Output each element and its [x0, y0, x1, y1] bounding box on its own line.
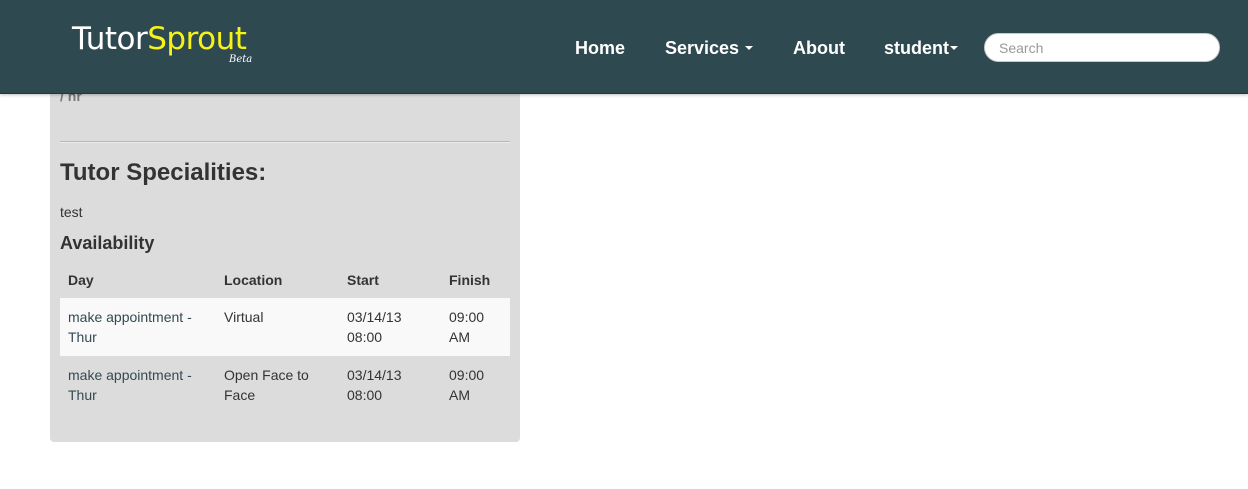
availability-table: Day Location Start Finish make appointme… — [60, 262, 510, 414]
availability-heading: Availability — [60, 233, 155, 253]
specialities-value: test — [60, 204, 83, 220]
make-appointment-link[interactable]: make appointment - Thur — [60, 356, 216, 414]
nav-home-link[interactable]: Home — [575, 37, 625, 59]
nav-about-link[interactable]: About — [793, 37, 845, 59]
top-navbar: TutorSprout Beta Home Services About stu… — [0, 0, 1248, 94]
column-header-start: Start — [347, 272, 379, 288]
finish-cell: 09:00 AM — [441, 298, 510, 356]
nav-user-dropdown[interactable]: student — [884, 37, 958, 59]
table-header-row: Day Location Start Finish — [60, 262, 510, 298]
divider — [60, 141, 510, 143]
location-cell: Virtual — [216, 298, 339, 356]
make-appointment-link[interactable]: make appointment - Thur — [60, 298, 216, 356]
brand-beta-label: Beta — [229, 54, 253, 65]
column-header-finish: Finish — [449, 272, 491, 288]
table-row: make appointment - Thur Open Face to Fac… — [60, 356, 510, 414]
finish-cell: 09:00 AM — [449, 367, 485, 403]
nav-services-label: Services — [665, 38, 740, 58]
start-cell: 03/14/13 08:00 — [347, 367, 402, 403]
brand-sprout-text: Sprout — [147, 21, 247, 57]
table-row: make appointment - Thur Virtual 03/14/13… — [60, 298, 510, 356]
nav-user-label: student — [884, 38, 949, 58]
brand-tutor-text: Tutor — [72, 21, 148, 57]
column-header-day: Day — [68, 272, 94, 288]
nav-services-dropdown[interactable]: Services — [665, 37, 754, 59]
column-header-location: Location — [224, 272, 283, 288]
specialities-heading: Tutor Specialities: — [60, 159, 267, 186]
search-input[interactable] — [984, 33, 1220, 62]
location-cell: Open Face to Face — [224, 367, 309, 403]
chevron-down-icon — [745, 45, 754, 50]
chevron-down-icon — [950, 45, 958, 50]
page: TutorSprout Beta Home Services About stu… — [0, 0, 1248, 489]
start-cell: 03/14/13 08:00 — [339, 298, 441, 356]
brand-logo[interactable]: TutorSprout — [72, 20, 247, 58]
